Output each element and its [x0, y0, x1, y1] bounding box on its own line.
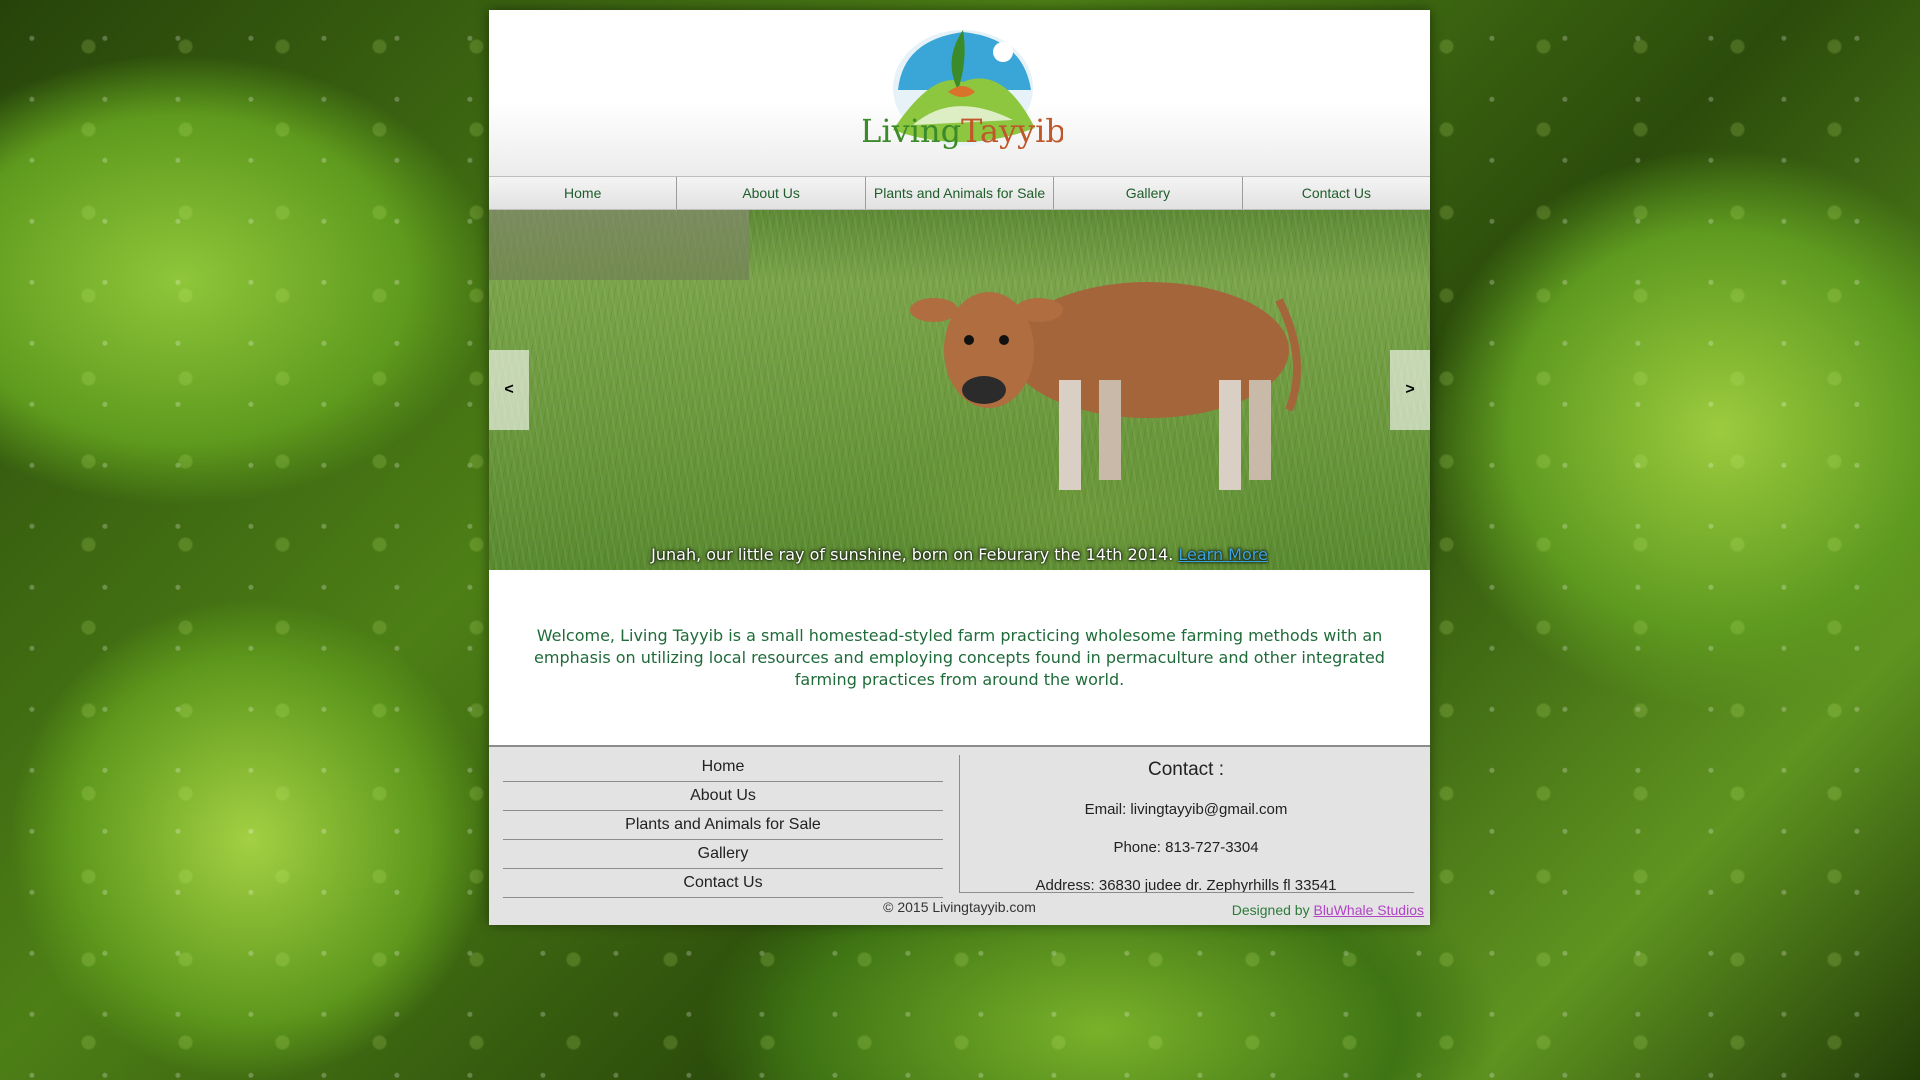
learn-more-link[interactable]: Learn More [1178, 545, 1267, 564]
contact-divider [959, 892, 1414, 893]
main-nav: Home About Us Plants and Animals for Sal… [489, 177, 1431, 210]
footer-nav-contact-us[interactable]: Contact Us [503, 869, 943, 898]
header: LivingTayyib [489, 10, 1430, 177]
footer-nav-home[interactable]: Home [503, 753, 943, 782]
nav-about-us[interactable]: About Us [677, 177, 866, 209]
slide-caption: Junah, our little ray of sunshine, born … [489, 545, 1430, 564]
footer: Home About Us Plants and Animals for Sal… [489, 747, 1430, 925]
logo-word-tayyib: Tayyib [961, 112, 1063, 150]
footer-nav: Home About Us Plants and Animals for Sal… [503, 753, 943, 898]
welcome-text: Welcome, Living Tayyib is a small homest… [534, 625, 1385, 689]
footer-nav-about-us[interactable]: About Us [503, 782, 943, 811]
designed-by-label: Designed by [1231, 902, 1314, 918]
image-slider: < > Junah, our little ray of sunshine, b… [489, 210, 1430, 570]
contact-email: Email: livingtayyib@gmail.com [1084, 801, 1288, 818]
logo-word-living: Living [863, 112, 961, 150]
nav-home[interactable]: Home [489, 177, 678, 209]
contact-title: Contact : [1147, 759, 1225, 780]
contact-phone: Phone: 813-727-3304 [1113, 839, 1259, 856]
site-logo[interactable]: LivingTayyib [863, 20, 1063, 170]
slider-next-button[interactable]: > [1390, 350, 1430, 430]
footer-nav-plants-animals[interactable]: Plants and Animals for Sale [503, 811, 943, 840]
page-container: LivingTayyib Home About Us Plants and An… [489, 10, 1431, 925]
slide-fence [489, 210, 749, 280]
designer-link[interactable]: BluWhale Studios [1313, 902, 1424, 918]
nav-gallery[interactable]: Gallery [1054, 177, 1243, 209]
designed-by: Designed by BluWhale Studios [1232, 902, 1424, 918]
contact-block: Contact : Email: livingtayyib@gmail.com … [960, 753, 1412, 905]
svg-text:LivingTayyib: LivingTayyib [863, 112, 1063, 150]
slide-caption-text: Junah, our little ray of sunshine, born … [651, 545, 1174, 564]
footer-nav-gallery[interactable]: Gallery [503, 840, 943, 869]
calf-illustration [910, 282, 1301, 490]
nav-contact-us[interactable]: Contact Us [1242, 177, 1431, 209]
nav-plants-animals[interactable]: Plants and Animals for Sale [865, 177, 1055, 209]
slider-prev-button[interactable]: < [489, 350, 529, 430]
welcome-section: Welcome, Living Tayyib is a small homest… [489, 570, 1430, 747]
